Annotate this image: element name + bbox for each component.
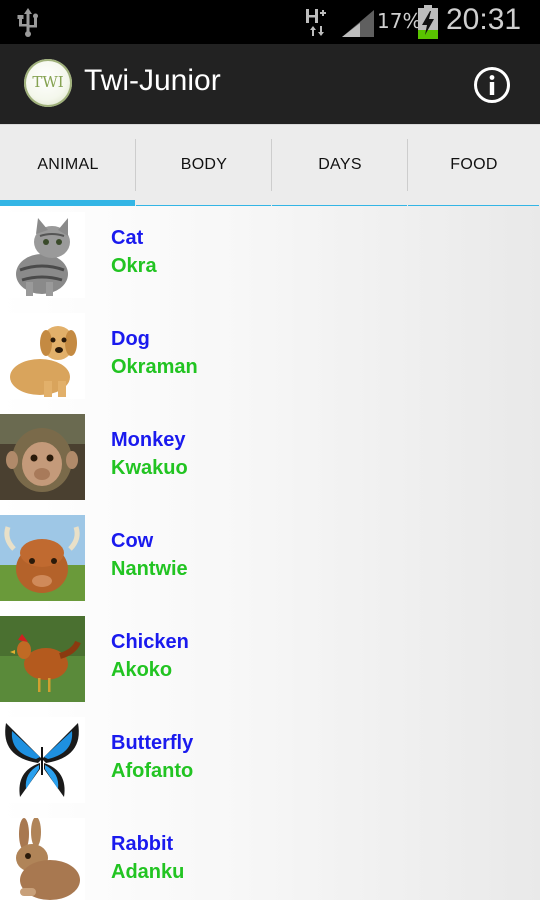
twi-word: Afofanto [111, 760, 194, 782]
info-icon[interactable] [473, 66, 511, 104]
twi-word: Adanku [111, 861, 185, 883]
list-item[interactable]: Monkey Kwakuo [0, 408, 540, 510]
usb-icon [17, 8, 38, 37]
list-item[interactable]: Rabbit Adanku [0, 812, 540, 900]
cow-image [0, 515, 85, 601]
english-word: Rabbit [111, 833, 174, 855]
app-logo[interactable]: TWI [24, 59, 72, 107]
action-bar: TWI Twi-Junior [0, 44, 540, 124]
tab-body[interactable]: BODY [136, 125, 272, 207]
twi-word: Kwakuo [111, 457, 188, 479]
tab-animal[interactable]: ANIMAL [0, 125, 136, 207]
tab-body-label: BODY [180, 156, 228, 173]
twi-word: Nantwie [111, 558, 188, 580]
tab-bar: ANIMAL BODY DAYS FOOD [0, 124, 540, 207]
english-word: Dog [111, 328, 150, 350]
english-word: Cow [111, 530, 154, 552]
monkey-image [0, 414, 85, 500]
rabbit-image [0, 818, 85, 900]
hspa-network-icon [306, 9, 326, 36]
english-word: Cat [111, 227, 144, 249]
english-word: Monkey [111, 429, 186, 451]
chicken-image [0, 616, 85, 702]
list-item[interactable]: Dog Okraman [0, 307, 540, 409]
tab-days-label: DAYS [318, 156, 362, 173]
battery-charging-icon [418, 5, 438, 39]
dog-image [0, 313, 85, 399]
cat-image [0, 212, 85, 298]
twi-word: Okra [111, 255, 157, 277]
english-word: Butterfly [111, 732, 194, 754]
twi-word: Akoko [111, 659, 173, 681]
battery-percent: 17% [377, 9, 422, 33]
tab-food-label: FOOD [450, 156, 498, 173]
app-title: Twi-Junior [84, 64, 221, 97]
animal-list[interactable]: Cat Okra Dog Okraman Monkey Kwakuo Cow N… [0, 206, 540, 900]
list-item[interactable]: Cow Nantwie [0, 509, 540, 611]
list-item[interactable]: Chicken Akoko [0, 610, 540, 712]
tab-animal-label: ANIMAL [37, 156, 99, 173]
tab-food[interactable]: FOOD [408, 125, 540, 207]
signal-icon [342, 10, 374, 37]
butterfly-image [0, 717, 85, 803]
twi-word: Okraman [111, 356, 198, 378]
tab-days[interactable]: DAYS [272, 125, 408, 207]
clock: 20:31 [446, 3, 522, 36]
status-bar: 17% 20:31 [0, 0, 540, 44]
list-item[interactable]: Cat Okra [0, 206, 540, 308]
app-logo-text: TWI [32, 73, 64, 91]
english-word: Chicken [111, 631, 189, 653]
list-item[interactable]: Butterfly Afofanto [0, 711, 540, 813]
